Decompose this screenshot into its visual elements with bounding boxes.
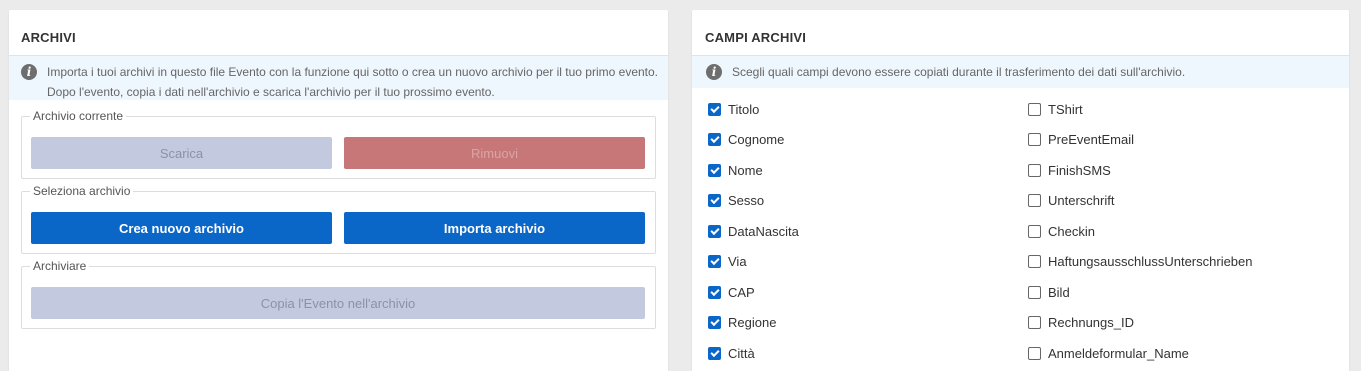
field-label: Anmeldeformular_Name	[1048, 345, 1189, 361]
field-label: DataNascita	[728, 223, 799, 239]
checkbox-checked[interactable]	[708, 316, 721, 329]
field-checkbox-item[interactable]: Regione	[708, 314, 776, 332]
archivi-info: i Importa i tuoi archivi in questo file …	[9, 56, 668, 100]
remove-button[interactable]: Rimuovi	[344, 137, 645, 169]
copy-to-archive-button[interactable]: Copia l'Evento nell'archivio	[31, 287, 645, 319]
campi-title: CAMPI ARCHIVI	[692, 10, 1349, 56]
checkbox-unchecked[interactable]	[1028, 102, 1041, 116]
field-label: Bild	[1048, 284, 1070, 300]
campi-info-text: Scegli quali campi devono essere copiati…	[732, 65, 1186, 79]
field-checkbox-item[interactable]: Nome	[708, 161, 763, 179]
campi-info: i Scegli quali campi devono essere copia…	[692, 56, 1349, 88]
field-label: Nome	[728, 162, 763, 178]
field-label: FinishSMS	[1048, 162, 1111, 178]
field-label: Sesso	[728, 193, 765, 208]
field-label: Via	[728, 254, 747, 269]
download-button[interactable]: Scarica	[31, 137, 332, 169]
field-checkbox-item[interactable]: DataNascita	[708, 222, 799, 240]
field-label: Titolo	[728, 101, 760, 117]
field-checkbox-item[interactable]: TShirt	[1028, 100, 1083, 118]
checkbox-checked[interactable]	[708, 102, 721, 116]
field-label: CAP	[728, 284, 755, 300]
archiviare-legend: Archiviare	[30, 259, 90, 273]
checkbox-unchecked[interactable]	[1028, 346, 1041, 360]
field-label: Città	[728, 345, 755, 361]
field-label: PreEventEmail	[1048, 132, 1134, 147]
info-icon: i	[21, 64, 37, 80]
checkbox-unchecked[interactable]	[1028, 224, 1041, 238]
field-checkbox-item[interactable]: HaftungsausschlussUnterschrieben	[1028, 253, 1253, 271]
field-checkbox-item[interactable]: Checkin	[1028, 222, 1095, 240]
import-archive-button[interactable]: Importa archivio	[344, 212, 645, 244]
archivio-corrente-group: Archivio corrente Scarica Rimuovi	[21, 109, 656, 179]
field-checkbox-item[interactable]: Sesso	[708, 192, 764, 210]
campi-archivi-panel: CAMPI ARCHIVI i Scegli quali campi devon…	[692, 10, 1349, 371]
checkbox-unchecked[interactable]	[1028, 255, 1041, 268]
field-checkbox-item[interactable]: Via	[708, 253, 747, 271]
checkbox-unchecked[interactable]	[1028, 194, 1041, 207]
info-icon: i	[706, 64, 722, 80]
checkbox-checked[interactable]	[708, 346, 721, 360]
checkbox-unchecked[interactable]	[1028, 285, 1041, 299]
archiviare-group: Archiviare Copia l'Evento nell'archivio	[21, 259, 656, 329]
checkbox-checked[interactable]	[708, 133, 721, 146]
seleziona-archivio-legend: Seleziona archivio	[30, 184, 134, 198]
field-label: HaftungsausschlussUnterschrieben	[1048, 254, 1253, 269]
field-checkbox-item[interactable]: FinishSMS	[1028, 161, 1111, 179]
field-label: Regione	[728, 315, 777, 330]
checkbox-checked[interactable]	[708, 163, 721, 177]
checkbox-unchecked[interactable]	[1028, 316, 1041, 329]
field-checkbox-item[interactable]: Bild	[1028, 283, 1070, 301]
field-label: Cognome	[728, 132, 785, 147]
archivi-panel: ARCHIVI i Importa i tuoi archivi in ques…	[9, 10, 668, 371]
field-checkbox-item[interactable]: PreEventEmail	[1028, 131, 1134, 149]
archivi-title: ARCHIVI	[9, 10, 668, 56]
field-label: Checkin	[1048, 223, 1095, 239]
field-checkbox-item[interactable]: Rechnungs_ID	[1028, 314, 1134, 332]
create-archive-button[interactable]: Crea nuovo archivio	[31, 212, 332, 244]
checkbox-checked[interactable]	[708, 285, 721, 299]
field-label: TShirt	[1048, 101, 1083, 117]
field-checkbox-item[interactable]: CAP	[708, 283, 755, 301]
field-label: Unterschrift	[1048, 193, 1115, 208]
checkbox-checked[interactable]	[708, 255, 721, 268]
field-checkbox-item[interactable]: Titolo	[708, 100, 759, 118]
field-checkbox-item[interactable]: Anmeldeformular_Name	[1028, 344, 1189, 362]
seleziona-archivio-group: Seleziona archivio Crea nuovo archivio I…	[21, 184, 656, 254]
field-checkbox-item[interactable]: Cognome	[708, 131, 784, 149]
checkbox-unchecked[interactable]	[1028, 163, 1041, 177]
checkbox-unchecked[interactable]	[1028, 133, 1041, 146]
field-checkbox-item[interactable]: Città	[708, 344, 755, 362]
field-checkbox-item[interactable]: Unterschrift	[1028, 192, 1114, 210]
archivi-info-text: Importa i tuoi archivi in questo file Ev…	[47, 65, 659, 99]
checkbox-checked[interactable]	[708, 194, 721, 207]
checkbox-checked[interactable]	[708, 224, 721, 238]
archivio-corrente-legend: Archivio corrente	[30, 109, 127, 123]
field-label: Rechnungs_ID	[1048, 315, 1134, 330]
